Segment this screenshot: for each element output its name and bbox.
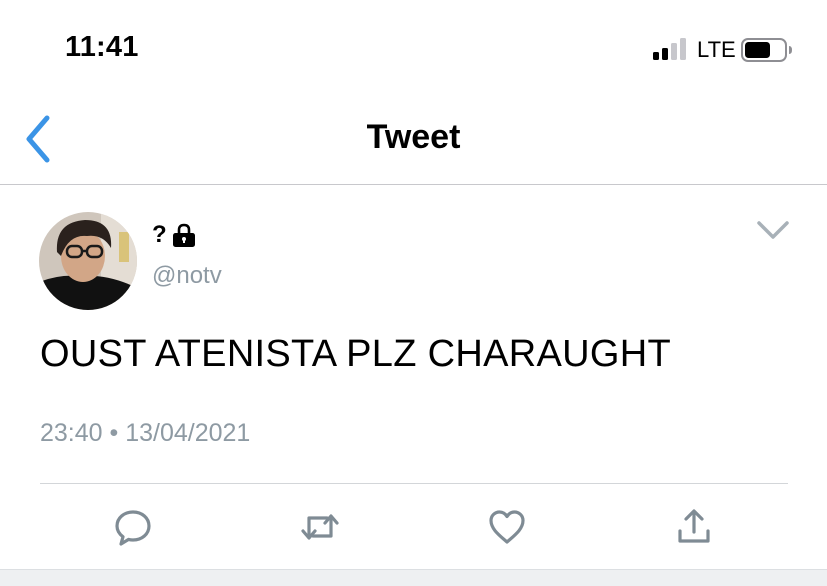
avatar[interactable] <box>39 212 137 310</box>
share-icon <box>678 509 710 543</box>
tweet-timestamp[interactable]: 23:40 • 13/04/2021 <box>40 419 250 448</box>
reply-button[interactable] <box>113 507 153 547</box>
page-title: Tweet <box>366 118 461 156</box>
nav-divider <box>0 184 827 185</box>
bottom-separator <box>0 569 827 586</box>
display-name[interactable]: ? <box>152 221 197 249</box>
retweet-icon <box>301 514 339 540</box>
retweet-button[interactable] <box>300 507 340 547</box>
lock-icon <box>172 223 195 247</box>
battery-icon <box>741 38 792 62</box>
like-button[interactable] <box>487 507 527 547</box>
share-button[interactable] <box>674 507 714 547</box>
network-type: LTE <box>697 37 736 62</box>
heart-icon <box>489 510 525 544</box>
status-time: 11:41 <box>65 31 139 63</box>
reply-icon <box>115 510 151 546</box>
tweet-text: OUST ATENISTA PLZ CHARAUGHT <box>40 333 671 375</box>
user-handle[interactable]: @notv <box>152 262 222 290</box>
signal-strength-icon <box>653 38 686 60</box>
display-name-text: ? <box>152 221 167 248</box>
action-divider <box>40 483 788 484</box>
chevron-down-icon[interactable] <box>756 218 790 242</box>
